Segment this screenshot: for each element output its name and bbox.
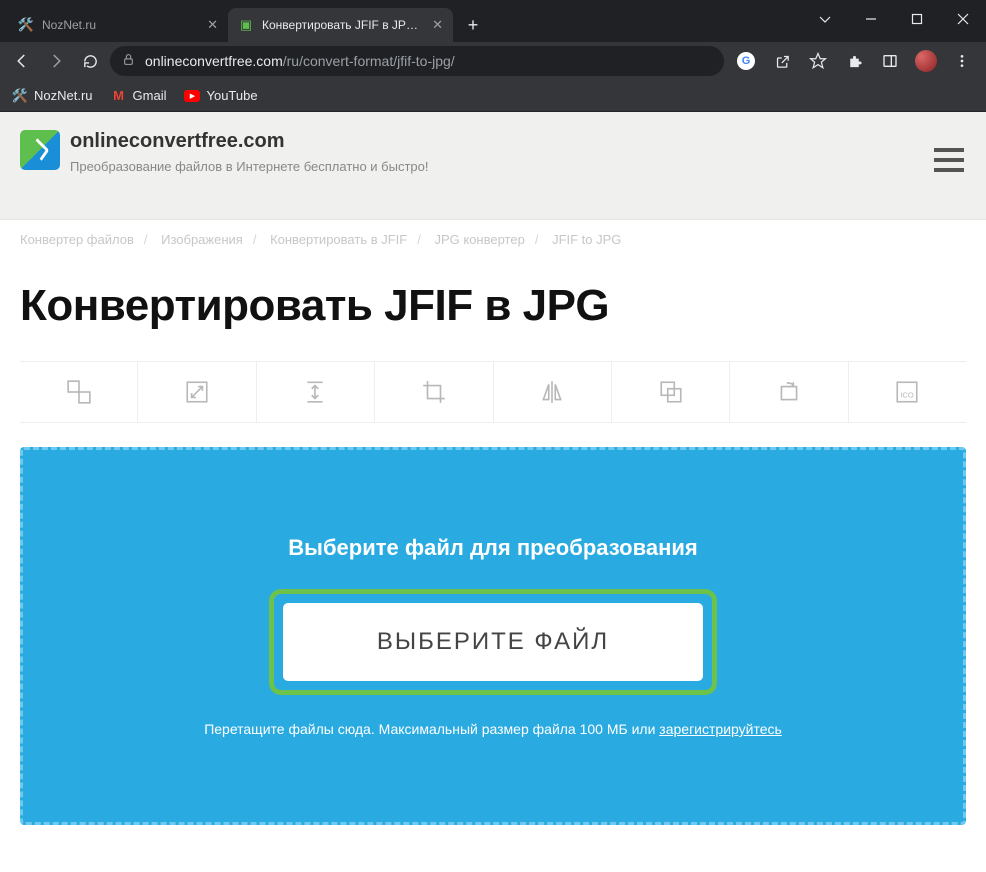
google-icon[interactable]: G <box>730 47 762 75</box>
browser-tab-inactive[interactable]: 🛠️ NozNet.ru ✕ <box>8 8 228 42</box>
browser-toolbar: onlineconvertfree.com/ru/convert-format/… <box>0 42 986 80</box>
back-button[interactable] <box>8 47 36 75</box>
tool-crop-icon[interactable] <box>375 362 493 422</box>
site-logo[interactable]: onlineconvertfree.com Преобразование фай… <box>20 130 428 177</box>
bookmark-item[interactable]: M Gmail <box>111 88 167 104</box>
tab-title: Конвертировать JFIF в JPG онла <box>262 18 424 32</box>
extensions-icon[interactable] <box>838 47 870 75</box>
profile-avatar[interactable] <box>910 47 942 75</box>
url-text: onlineconvertfree.com/ru/convert-format/… <box>145 53 455 69</box>
site-subtitle: Преобразование файлов в Интернете беспла… <box>70 157 428 177</box>
register-link[interactable]: зарегистрируйтесь <box>659 721 782 737</box>
breadcrumb-item[interactable]: JPG конвертер <box>434 232 524 247</box>
tools-icon: 🛠️ <box>12 88 28 104</box>
dropzone-hint: Перетащите файлы сюда. Максимальный разм… <box>204 721 782 737</box>
bookmark-item[interactable]: ▶ YouTube <box>184 88 257 104</box>
bookmark-item[interactable]: 🛠️ NozNet.ru <box>12 88 93 104</box>
tool-ico-icon[interactable]: ICO <box>849 362 966 422</box>
close-window-button[interactable] <box>940 0 986 38</box>
tool-merge-icon[interactable] <box>20 362 138 422</box>
tool-overlay-icon[interactable] <box>612 362 730 422</box>
window-controls <box>802 0 986 38</box>
new-tab-button[interactable]: + <box>459 11 487 39</box>
tool-compress-icon[interactable] <box>257 362 375 422</box>
browser-tab-active[interactable]: ▣ Конвертировать JFIF в JPG онла ✕ <box>228 8 453 42</box>
lock-icon <box>122 53 135 69</box>
dropzone-title: Выберите файл для преобразования <box>288 535 697 561</box>
close-icon[interactable]: ✕ <box>207 17 218 33</box>
svg-text:ICO: ICO <box>901 390 915 399</box>
bookmarks-bar: 🛠️ NozNet.ru M Gmail ▶ YouTube <box>0 80 986 112</box>
breadcrumb-item[interactable]: Конвертировать в JFIF <box>270 232 407 247</box>
tab-title: NozNet.ru <box>42 18 199 32</box>
highlight-frame: ВЫБЕРИТЕ ФАЙЛ <box>269 589 717 695</box>
tool-flip-icon[interactable] <box>494 362 612 422</box>
image-tools-strip: ICO <box>20 361 966 423</box>
page-viewport: onlineconvertfree.com Преобразование фай… <box>0 112 986 872</box>
arrow-conversion-icon <box>20 130 60 170</box>
menu-button[interactable] <box>934 148 964 172</box>
breadcrumb-item[interactable]: Конвертер файлов <box>20 232 134 247</box>
breadcrumb-item[interactable]: JFIF to JPG <box>552 232 621 247</box>
share-icon[interactable] <box>766 47 798 75</box>
site-title: onlineconvertfree.com <box>70 130 428 153</box>
close-icon[interactable]: ✕ <box>432 17 443 33</box>
address-bar[interactable]: onlineconvertfree.com/ru/convert-format/… <box>110 46 724 76</box>
breadcrumb-item[interactable]: Изображения <box>161 232 243 247</box>
menu-icon[interactable] <box>946 47 978 75</box>
tools-icon: 🛠️ <box>18 17 34 33</box>
chevron-down-icon[interactable] <box>802 0 848 38</box>
youtube-icon: ▶ <box>184 88 200 104</box>
window-titlebar: 🛠️ NozNet.ru ✕ ▣ Конвертировать JFIF в J… <box>0 0 986 42</box>
tool-resize-icon[interactable] <box>138 362 256 422</box>
site-favicon-icon: ▣ <box>238 17 254 33</box>
bookmark-label: YouTube <box>206 88 257 103</box>
bookmark-label: NozNet.ru <box>34 88 93 103</box>
reload-button[interactable] <box>76 47 104 75</box>
forward-button[interactable] <box>42 47 70 75</box>
gmail-icon: M <box>111 88 127 104</box>
toolbar-right-icons: G <box>730 47 978 75</box>
page-title: Конвертировать JFIF в JPG <box>0 259 986 361</box>
breadcrumb: Конвертер файлов/ Изображения/ Конвертир… <box>0 220 986 259</box>
choose-file-label: ВЫБЕРИТЕ ФАЙЛ <box>377 628 609 656</box>
site-header: onlineconvertfree.com Преобразование фай… <box>0 112 986 220</box>
sidepanel-icon[interactable] <box>874 47 906 75</box>
upload-dropzone[interactable]: Выберите файл для преобразования ВЫБЕРИТ… <box>20 447 966 825</box>
choose-file-button[interactable]: ВЫБЕРИТЕ ФАЙЛ <box>283 603 703 681</box>
minimize-button[interactable] <box>848 0 894 38</box>
bookmark-label: Gmail <box>133 88 167 103</box>
star-icon[interactable] <box>802 47 834 75</box>
tool-rotate-icon[interactable] <box>730 362 848 422</box>
maximize-button[interactable] <box>894 0 940 38</box>
